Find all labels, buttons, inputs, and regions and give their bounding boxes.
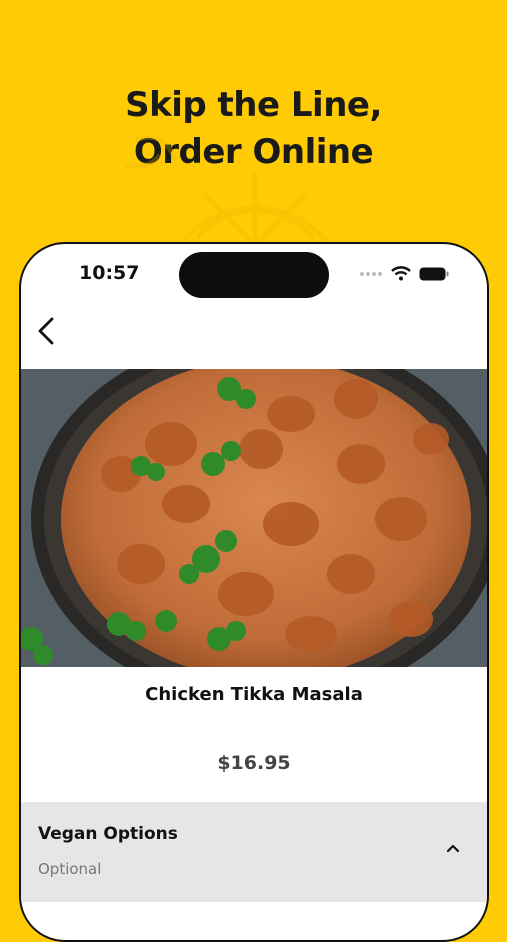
phone-frame: 10:57 Chicken Tikka Masala $16.95 Vegan … (19, 242, 489, 942)
dynamic-island (179, 252, 329, 298)
battery-icon (419, 267, 449, 280)
status-icons (359, 266, 449, 281)
lemon-watermark-icon (124, 135, 336, 248)
signal-dots-icon (360, 271, 382, 276)
option-group-subtitle: Optional (38, 860, 102, 878)
dish-name: Chicken Tikka Masala (145, 684, 363, 705)
dish-image (21, 369, 487, 667)
back-button[interactable] (31, 314, 61, 348)
chevron-left-icon (38, 317, 54, 345)
vegan-options-section[interactable]: Vegan Options Optional (21, 802, 487, 902)
dish-price: $16.95 (217, 752, 291, 774)
status-time: 10:57 (79, 262, 140, 284)
wifi-icon (391, 266, 411, 281)
option-group-title: Vegan Options (38, 824, 178, 844)
chevron-up-icon[interactable] (445, 842, 461, 854)
